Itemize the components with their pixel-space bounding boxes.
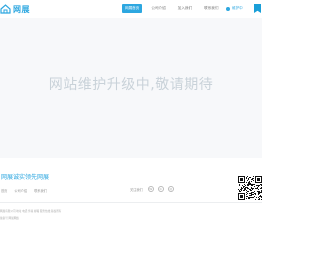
nav-item-contact[interactable]: 联系我们 (201, 4, 221, 13)
maintenance-message: 网站维护升级中,敬请期待 (48, 77, 214, 93)
footer-brand: 网展诚实领先网展 (1, 174, 50, 181)
cta-dot-icon (226, 6, 230, 11)
nav-item-join[interactable]: 加入我们 (175, 4, 195, 13)
weibo-icon[interactable]: W (147, 186, 154, 192)
wechat-icon[interactable]: C (157, 186, 164, 192)
cta-label: 维护中 (232, 6, 243, 10)
maintenance-banner: 网站维护升级中,敬请期待 (0, 18, 262, 158)
logo[interactable]: 网展 (0, 3, 30, 15)
footer-icp: 备案号 网展网络 (0, 217, 19, 220)
house-logo-icon (0, 4, 11, 14)
footer-link-about[interactable]: 公司介绍 (14, 188, 27, 193)
header: 网展 网展首页 公司介绍 加入我们 联系我们 维护中 (0, 0, 262, 18)
footer-link-home[interactable]: 首页 (1, 188, 7, 193)
qr-code-icon (238, 176, 262, 200)
footer-divider (0, 202, 262, 203)
qq-icon[interactable]: Q (167, 186, 174, 192)
bookmark-icon[interactable] (254, 4, 261, 13)
logo-text: 网展 (13, 4, 30, 14)
follow-label: 关注我们 (130, 187, 143, 192)
main-nav: 网展首页 公司介绍 加入我们 联系我们 (122, 4, 228, 13)
footer: 网展诚实领先网展 首页 公司介绍 联系我们 关注我们 W C Q 网展有限公司 … (0, 158, 262, 258)
nav-item-about[interactable]: 公司介绍 (148, 4, 168, 13)
cta-button[interactable]: 维护中 (226, 4, 243, 13)
follow-us: 关注我们 W C Q (130, 186, 178, 192)
nav-item-home[interactable]: 网展首页 (122, 4, 143, 13)
footer-link-contact[interactable]: 联系我们 (34, 188, 47, 193)
footer-links: 首页 公司介绍 联系我们 (1, 188, 54, 193)
footer-info: 网展有限公司 地址 电话 传真 邮箱 服务热线 版权所有 (0, 210, 62, 213)
